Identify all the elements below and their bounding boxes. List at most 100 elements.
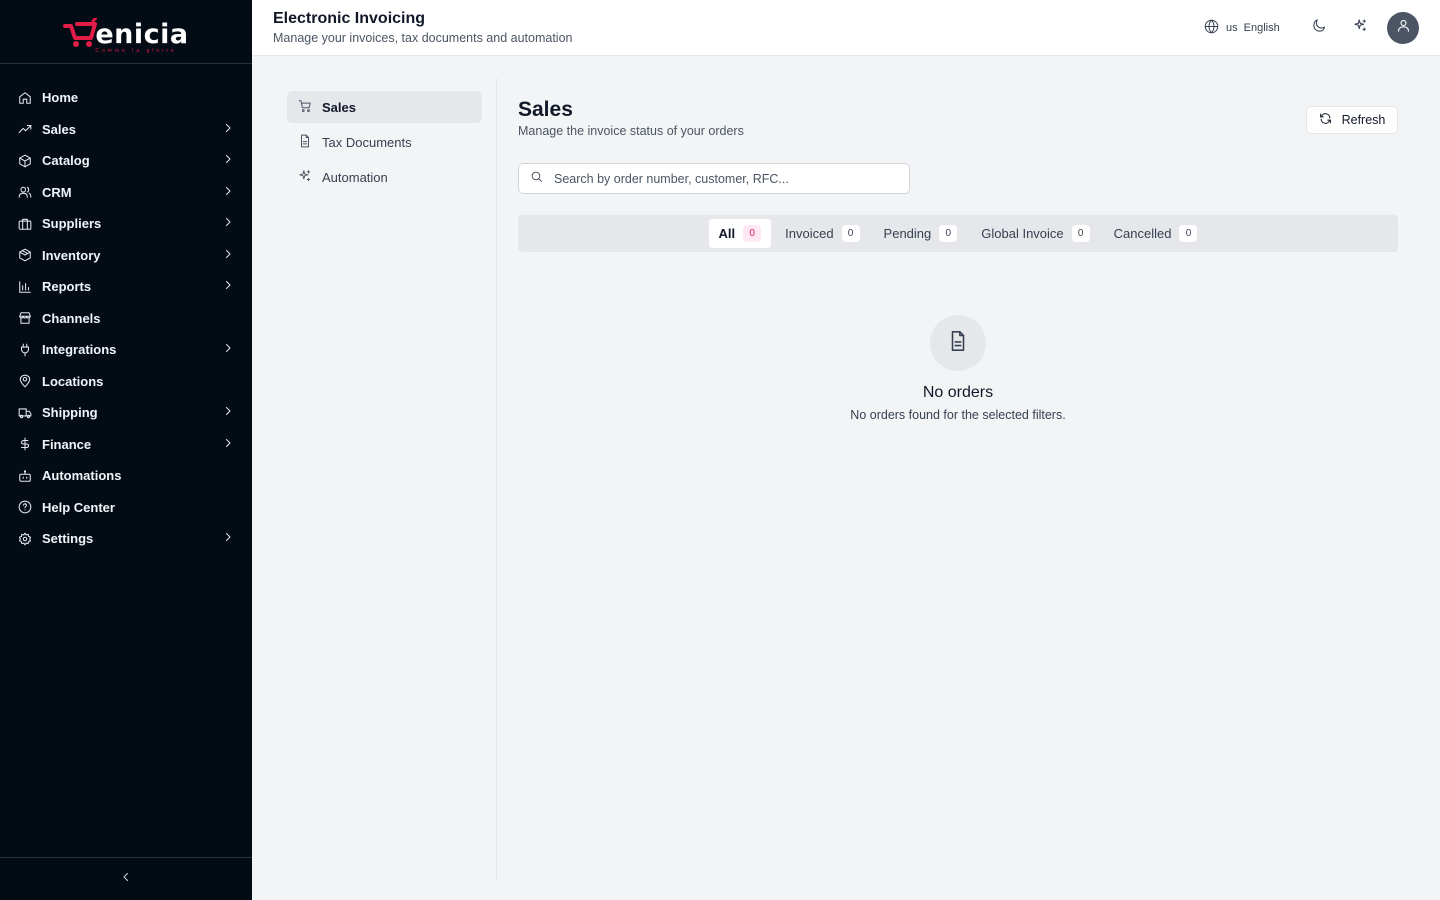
page-title: Electronic Invoicing (273, 10, 426, 27)
tab-pending[interactable]: Pending 0 (874, 219, 968, 248)
tab-all[interactable]: All 0 (708, 219, 772, 248)
sidebar-item-catalog[interactable]: Catalog (0, 145, 252, 177)
tab-label: All (718, 226, 736, 241)
subnav-item-sales[interactable]: Sales (287, 91, 482, 123)
logo[interactable]: enicia Comme la gloire (0, 0, 252, 64)
sidebar-item-label: Help Center (42, 499, 115, 515)
subnav-item-tax-documents[interactable]: Tax Documents (287, 126, 482, 158)
refresh-label: Refresh (1341, 113, 1386, 127)
search-icon (530, 170, 554, 188)
ai-assistant-button[interactable] (1350, 18, 1370, 38)
map-pin-icon (18, 374, 32, 388)
chevron-right-icon (222, 216, 234, 231)
sidebar-item-settings[interactable]: Settings (0, 523, 252, 555)
user-icon (1396, 18, 1411, 38)
sidebar-item-home[interactable]: Home (0, 82, 252, 114)
chevron-right-icon (222, 122, 234, 137)
trending-up-icon (18, 122, 32, 136)
sidebar-item-integrations[interactable]: Integrations (0, 334, 252, 366)
section-subtitle: Manage the invoice status of your orders (518, 124, 744, 138)
sidebar-item-label: Inventory (42, 247, 101, 263)
tab-invoiced[interactable]: Invoiced 0 (775, 219, 869, 248)
collapse-sidebar-button[interactable] (0, 857, 252, 900)
users-icon (18, 185, 32, 199)
user-avatar-button[interactable] (1387, 12, 1419, 44)
theme-toggle-button[interactable] (1309, 18, 1329, 38)
sidebar-item-channels[interactable]: Channels (0, 303, 252, 335)
empty-state-message: No orders found for the selected filters… (850, 408, 1066, 422)
sidebar-item-suppliers[interactable]: Suppliers (0, 208, 252, 240)
sidebar-item-label: Integrations (42, 342, 117, 358)
tab-global-invoice[interactable]: Global Invoice 0 (971, 219, 1099, 248)
page-subtitle: Manage your invoices, tax documents and … (273, 31, 573, 45)
chevron-right-icon (222, 342, 234, 357)
tab-label: Invoiced (785, 226, 834, 241)
gear-icon (18, 532, 32, 546)
sidebar-item-label: Catalog (42, 153, 90, 169)
sidebar-item-finance[interactable]: Finance (0, 429, 252, 461)
sparkles-icon (1353, 18, 1368, 38)
truck-icon (18, 406, 32, 420)
dollar-icon (18, 437, 32, 451)
chevron-right-icon (222, 531, 234, 546)
box-icon (18, 248, 32, 262)
package-icon (18, 154, 32, 168)
bar-chart-icon (18, 280, 32, 294)
sidebar-item-label: Shipping (42, 405, 98, 421)
sidebar-item-shipping[interactable]: Shipping (0, 397, 252, 429)
sidebar-item-label: Home (42, 90, 79, 106)
briefcase-icon (18, 217, 32, 231)
search-input[interactable] (554, 171, 884, 186)
subnav-item-automation[interactable]: Automation (287, 161, 482, 193)
tab-label: Pending (883, 226, 932, 241)
chevron-right-icon (222, 185, 234, 200)
top-header: Electronic Invoicing Manage your invoice… (252, 0, 1440, 56)
sparkles-icon (298, 169, 322, 186)
sidebar-item-label: Sales (42, 121, 76, 137)
sidebar: enicia Comme la gloire Home Sales Catalo… (0, 0, 252, 900)
tab-label: Cancelled (1113, 226, 1172, 241)
sidebar-item-label: Automations (42, 468, 122, 484)
sidebar-item-label: Reports (42, 279, 92, 295)
sidebar-item-sales[interactable]: Sales (0, 114, 252, 146)
empty-state-title: No orders (922, 384, 994, 401)
chevron-right-icon (222, 437, 234, 452)
sidebar-item-label: CRM (42, 184, 72, 200)
sidebar-item-inventory[interactable]: Inventory (0, 240, 252, 272)
sidebar-item-label: Locations (42, 373, 104, 389)
language-code: us (1226, 22, 1238, 34)
count-badge: 0 (841, 225, 860, 242)
sidebar-item-locations[interactable]: Locations (0, 366, 252, 398)
brand-tagline: Comme la gloire (95, 47, 177, 54)
plug-icon (18, 343, 32, 357)
moon-icon (1312, 18, 1327, 38)
tab-label: Global Invoice (981, 226, 1064, 241)
cart-logo-icon (63, 17, 98, 47)
sidebar-item-crm[interactable]: CRM (0, 177, 252, 209)
sidebar-item-help-center[interactable]: Help Center (0, 492, 252, 524)
sidebar-item-reports[interactable]: Reports (0, 271, 252, 303)
search-box (518, 163, 910, 194)
language-selector[interactable]: us English (1204, 19, 1280, 37)
status-tabs: All 0 Invoiced 0 Pending 0 Global Invoic… (518, 215, 1398, 252)
sidebar-item-automations[interactable]: Automations (0, 460, 252, 492)
sidebar-nav: Home Sales Catalog CRM Suppliers Invento… (0, 64, 252, 555)
bot-icon (18, 469, 32, 483)
cart-icon (298, 99, 322, 116)
globe-icon (1204, 19, 1226, 37)
document-icon (947, 330, 969, 357)
subnav-item-label: Sales (322, 99, 356, 115)
subnav-item-label: Tax Documents (322, 134, 412, 150)
chevron-right-icon (222, 248, 234, 263)
subnav-divider (496, 78, 497, 880)
tab-cancelled[interactable]: Cancelled 0 (1104, 219, 1208, 248)
section-title: Sales (518, 98, 573, 121)
store-icon (18, 311, 32, 325)
refresh-button[interactable]: Refresh (1306, 106, 1398, 134)
brand-name: enicia (95, 18, 189, 50)
refresh-icon (1319, 112, 1342, 128)
sidebar-item-label: Finance (42, 436, 92, 452)
sidebar-item-label: Settings (42, 531, 94, 547)
chevron-left-icon (120, 870, 132, 888)
chevron-right-icon (222, 279, 234, 294)
